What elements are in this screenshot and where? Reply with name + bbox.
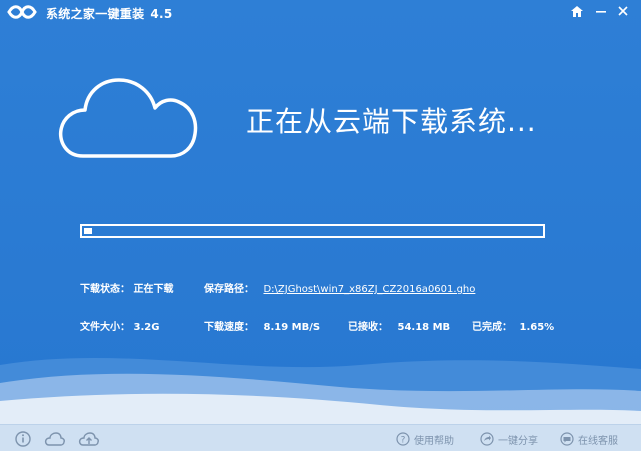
share-icon	[480, 432, 494, 446]
save-path-link[interactable]: D:\ZJGhost\win7_x86ZJ_CZ2016a0601.gho	[263, 284, 475, 295]
app-name: 系统之家一键重装	[46, 7, 145, 21]
app-version: 4.5	[150, 7, 173, 21]
received-value: 54.18 MB	[397, 322, 451, 333]
home-button[interactable]	[568, 2, 586, 20]
share-label: 一键分享	[498, 435, 538, 447]
progress-fill	[84, 228, 92, 234]
minimize-button[interactable]	[592, 2, 610, 20]
completed-value: 1.65%	[519, 322, 555, 333]
download-status-value: 正在下载	[133, 284, 174, 295]
cloud-icon	[58, 78, 198, 158]
close-button[interactable]	[614, 2, 632, 20]
save-path-label: 保存路径：	[204, 284, 254, 295]
chat-icon	[560, 432, 574, 446]
cloud-outline-icon[interactable]	[44, 430, 66, 448]
file-size-label: 文件大小：	[80, 322, 130, 333]
help-link[interactable]: ? 使用帮助	[396, 430, 454, 448]
download-progress-bar	[80, 224, 545, 238]
file-size-value: 3.2G	[133, 322, 160, 333]
download-speed-value: 8.19 MB/S	[263, 322, 321, 333]
cloud-upload-icon[interactable]	[78, 430, 100, 448]
window-title: 系统之家一键重装 4.5	[46, 5, 173, 22]
support-link[interactable]: 在线客服	[560, 430, 618, 448]
download-speed: 下载速度： 8.19 MB/S	[204, 318, 320, 333]
footer-bar: ? 使用帮助 一键分享 在线客服	[0, 424, 641, 451]
share-link[interactable]: 一键分享	[480, 430, 538, 448]
file-size: 文件大小： 3.2G	[80, 318, 159, 333]
title-bar[interactable]: 系统之家一键重装 4.5	[0, 0, 641, 24]
close-icon	[618, 6, 628, 16]
app-logo-icon	[7, 5, 37, 19]
download-status: 下载状态： 正在下载	[80, 280, 173, 295]
received-size: 已接收： 54.18 MB	[348, 318, 450, 333]
download-status-label: 下载状态：	[80, 284, 130, 295]
save-path: 保存路径： D:\ZJGhost\win7_x86ZJ_CZ2016a0601.…	[204, 280, 475, 295]
svg-text:?: ?	[401, 436, 406, 446]
received-label: 已接收：	[348, 322, 388, 333]
download-speed-label: 下载速度：	[204, 322, 254, 333]
status-heading: 正在从云端下载系统...	[246, 105, 537, 138]
info-icon[interactable]	[14, 430, 32, 448]
home-icon	[571, 5, 583, 17]
help-icon: ?	[396, 432, 410, 446]
installer-window: 系统之家一键重装 4.5 正在从云端下载系统... 下载状态： 正在下载 保存路…	[0, 0, 641, 451]
minimize-icon	[596, 11, 606, 13]
help-label: 使用帮助	[414, 435, 454, 447]
support-label: 在线客服	[578, 435, 618, 447]
completed-percent: 已完成： 1.65%	[472, 318, 554, 333]
completed-label: 已完成：	[472, 322, 512, 333]
